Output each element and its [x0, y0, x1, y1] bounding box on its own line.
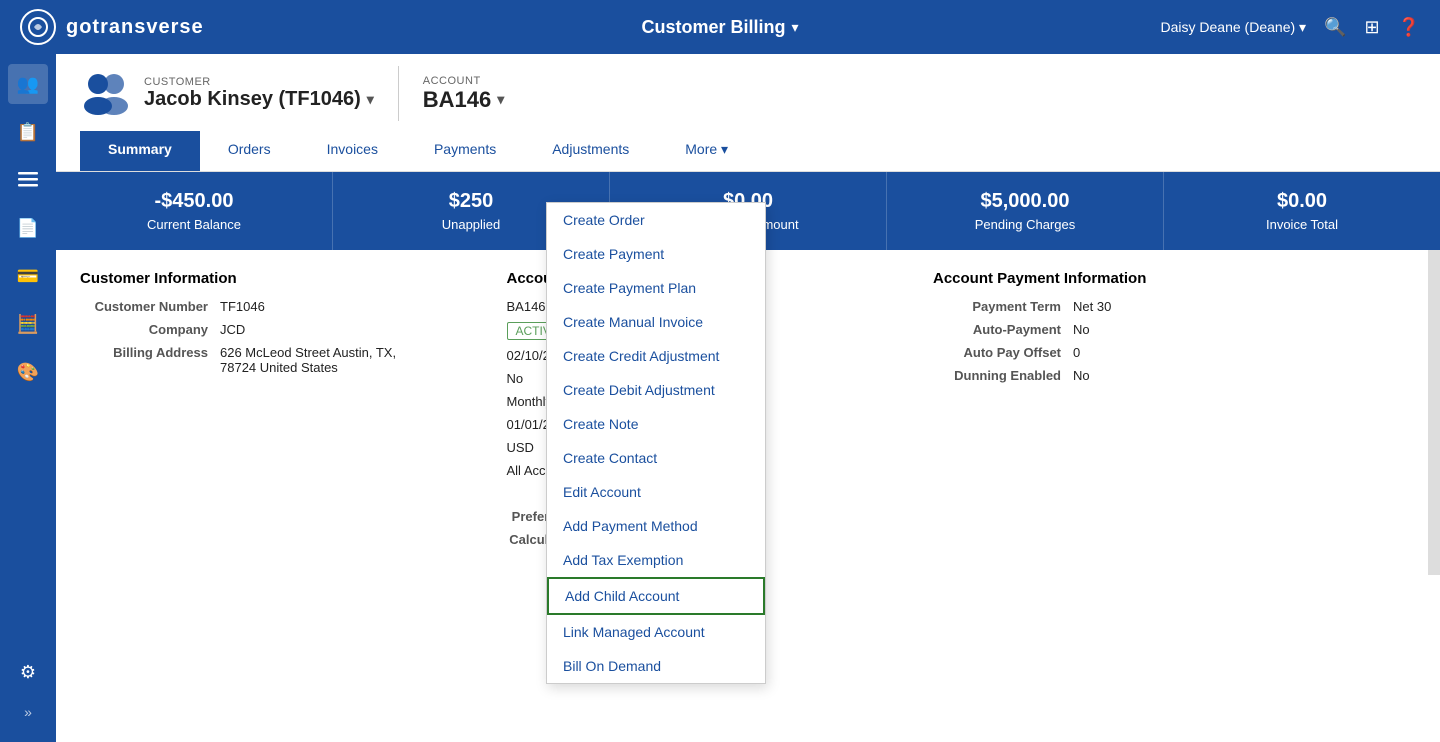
nav-center: Customer Billing ▾ [641, 17, 798, 38]
key-payment-term: Payment Term [933, 299, 1073, 314]
row-auto-payment: Auto-Payment No [933, 322, 1416, 337]
row-dunning-enabled: Dunning Enabled No [933, 368, 1416, 383]
brand-name: gotransverse [66, 16, 204, 39]
row-payment-term: Payment Term Net 30 [933, 299, 1416, 314]
row-auto-pay-offset: Auto Pay Offset 0 [933, 345, 1416, 360]
sidebar-item-calculator[interactable]: 🧮 [8, 304, 48, 344]
val-billing-address: 626 McLeod Street Austin, TX, 78724 Unit… [220, 345, 400, 375]
payment-information: Account Payment Information Payment Term… [933, 270, 1416, 555]
card-amount-0: -$450.00 [76, 190, 312, 213]
customer-section: CUSTOMER Jacob Kinsey (TF1046) ▾ [80, 66, 399, 121]
row-company: Company JCD [80, 322, 483, 337]
sidebar-bottom: ⚙ » [8, 652, 48, 732]
sidebar-item-invoices[interactable]: 📄 [8, 208, 48, 248]
card-pending-charges: $5,000.00 Pending Charges [887, 172, 1164, 250]
payment-info-title: Account Payment Information [933, 270, 1416, 287]
menu-item-bill-on-demand[interactable]: Bill On Demand [547, 649, 765, 683]
row-billing-address: Billing Address 626 McLeod Street Austin… [80, 345, 483, 375]
account-arrow[interactable]: ▾ [497, 91, 504, 108]
brand-area: gotransverse [20, 9, 204, 45]
customer-info-title: Customer Information [80, 270, 483, 287]
menu-item-link-managed-account[interactable]: Link Managed Account [547, 615, 765, 649]
user-display[interactable]: Daisy Deane (Deane) ▾ [1161, 19, 1307, 36]
card-label-4: Invoice Total [1184, 217, 1420, 232]
customer-name[interactable]: Jacob Kinsey (TF1046) ▾ [144, 88, 374, 111]
header-top: CUSTOMER Jacob Kinsey (TF1046) ▾ ACCOUNT… [80, 66, 1416, 121]
logo-icon[interactable] [20, 9, 56, 45]
menu-item-add-child-account[interactable]: Add Child Account [547, 577, 765, 615]
page-header: CUSTOMER Jacob Kinsey (TF1046) ▾ ACCOUNT… [56, 54, 1440, 172]
card-amount-3: $5,000.00 [907, 190, 1143, 213]
tab-summary[interactable]: Summary [80, 131, 200, 171]
key-dunning-enabled: Dunning Enabled [933, 368, 1073, 383]
sidebar: 👥 📋 📄 💳 🧮 🎨 ⚙ » [0, 54, 56, 742]
sidebar-item-design[interactable]: 🎨 [8, 352, 48, 392]
tab-orders[interactable]: Orders [200, 131, 299, 171]
key-auto-pay-offset: Auto Pay Offset [933, 345, 1073, 360]
sidebar-item-orders[interactable]: 📋 [8, 112, 48, 152]
help-icon[interactable]: ❓ [1398, 17, 1420, 38]
main-content: CUSTOMER Jacob Kinsey (TF1046) ▾ ACCOUNT… [56, 54, 1440, 742]
tab-payments[interactable]: Payments [406, 131, 524, 171]
card-amount-4: $0.00 [1184, 190, 1420, 213]
tab-more[interactable]: More ▾ [657, 131, 756, 171]
nav-right: Daisy Deane (Deane) ▾ 🔍 ⊞ ❓ [1161, 17, 1420, 38]
card-invoice-total: $0.00 Invoice Total [1164, 172, 1440, 250]
val-field2: No [507, 371, 524, 386]
customer-icon [80, 66, 132, 121]
sidebar-item-settings[interactable]: ⚙ [8, 652, 48, 692]
customer-label: CUSTOMER [144, 76, 374, 88]
tab-adjustments[interactable]: Adjustments [524, 131, 657, 171]
sidebar-item-customers[interactable]: 👥 [8, 64, 48, 104]
menu-item-add-tax-exemption[interactable]: Add Tax Exemption [547, 543, 765, 577]
menu-item-create-payment-plan[interactable]: Create Payment Plan [547, 271, 765, 305]
sidebar-expand[interactable]: » [8, 692, 48, 732]
row-customer-number: Customer Number TF1046 [80, 299, 483, 314]
grid-icon[interactable]: ⊞ [1364, 17, 1379, 38]
scrollbar[interactable] [1428, 250, 1440, 575]
key-company: Company [80, 322, 220, 337]
nav-title[interactable]: Customer Billing [641, 17, 785, 38]
account-section: ACCOUNT BA146 ▾ [399, 75, 505, 113]
val-dunning-enabled: No [1073, 368, 1090, 383]
tab-bar: Summary Orders Invoices Payments Adjustm… [80, 131, 1416, 171]
val-currency: USD [507, 440, 534, 455]
menu-item-create-payment[interactable]: Create Payment [547, 237, 765, 271]
val-auto-payment: No [1073, 322, 1090, 337]
card-label-0: Current Balance [76, 217, 312, 232]
val-customer-number: TF1046 [220, 299, 265, 314]
val-account-id: BA146 [507, 299, 546, 314]
menu-item-create-contact[interactable]: Create Contact [547, 441, 765, 475]
search-icon[interactable]: 🔍 [1324, 17, 1346, 38]
val-auto-pay-offset: 0 [1073, 345, 1080, 360]
menu-item-create-note[interactable]: Create Note [547, 407, 765, 441]
menu-item-create-manual-invoice[interactable]: Create Manual Invoice [547, 305, 765, 339]
menu-item-create-credit-adjustment[interactable]: Create Credit Adjustment [547, 339, 765, 373]
customer-arrow[interactable]: ▾ [367, 91, 374, 108]
menu-item-create-debit-adjustment[interactable]: Create Debit Adjustment [547, 373, 765, 407]
customer-information: Customer Information Customer Number TF1… [80, 270, 483, 555]
account-name[interactable]: BA146 ▾ [423, 87, 505, 113]
menu-item-edit-account[interactable]: Edit Account [547, 475, 765, 509]
sidebar-item-list[interactable] [8, 160, 48, 200]
main-layout: 👥 📋 📄 💳 🧮 🎨 ⚙ » [0, 54, 1440, 742]
menu-item-create-order[interactable]: Create Order [547, 203, 765, 237]
nav-title-arrow[interactable]: ▾ [791, 19, 798, 36]
menu-item-add-payment-method[interactable]: Add Payment Method [547, 509, 765, 543]
val-payment-term: Net 30 [1073, 299, 1111, 314]
val-company: JCD [220, 322, 245, 337]
top-navigation: gotransverse Customer Billing ▾ Daisy De… [0, 0, 1440, 54]
customer-info: CUSTOMER Jacob Kinsey (TF1046) ▾ [144, 76, 374, 111]
card-current-balance: -$450.00 Current Balance [56, 172, 333, 250]
key-auto-payment: Auto-Payment [933, 322, 1073, 337]
card-label-3: Pending Charges [907, 217, 1143, 232]
account-label: ACCOUNT [423, 75, 505, 87]
sidebar-item-payments[interactable]: 💳 [8, 256, 48, 296]
key-billing-address: Billing Address [80, 345, 220, 375]
key-customer-number: Customer Number [80, 299, 220, 314]
dropdown-menu: Create Order Create Payment Create Payme… [546, 202, 766, 684]
tab-invoices[interactable]: Invoices [299, 131, 406, 171]
